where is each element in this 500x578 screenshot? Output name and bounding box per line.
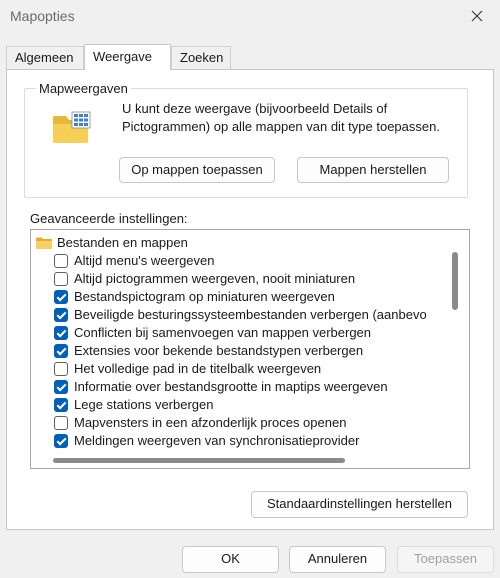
- setting-label: Extensies voor bekende bestandstypen ver…: [74, 343, 364, 358]
- setting-row[interactable]: Meldingen weergeven van synchronisatiepr…: [53, 432, 469, 450]
- setting-label: Informatie over bestandsgrootte in mapti…: [74, 379, 388, 394]
- vertical-scrollbar-thumb[interactable]: [452, 252, 458, 310]
- apply-button[interactable]: Toepassen: [397, 546, 494, 573]
- tree-root-label: Bestanden en mappen: [57, 235, 188, 250]
- setting-row[interactable]: Conflicten bij samenvoegen van mappen ve…: [53, 324, 469, 342]
- window-title: Mapopties: [10, 8, 75, 24]
- setting-row[interactable]: Altijd pictogrammen weergeven, nooit min…: [53, 270, 469, 288]
- restore-defaults-button[interactable]: Standaardinstellingen herstellen: [251, 491, 468, 518]
- tab-algemeen[interactable]: Algemeen: [6, 46, 84, 69]
- setting-checkbox[interactable]: [54, 344, 68, 358]
- setting-checkbox[interactable]: [54, 308, 68, 322]
- setting-label: Conflicten bij samenvoegen van mappen ve…: [74, 325, 372, 340]
- reset-folders-button[interactable]: Mappen herstellen: [297, 157, 449, 183]
- setting-checkbox[interactable]: [54, 398, 68, 412]
- folder-views-description: U kunt deze weergave (bijvoorbeeld Detai…: [122, 101, 440, 134]
- setting-label: Het volledige pad in de titelbalk weerge…: [74, 361, 322, 376]
- close-icon: [471, 10, 483, 22]
- setting-row[interactable]: Informatie over bestandsgrootte in mapti…: [53, 378, 469, 396]
- folder-icon: [36, 237, 52, 249]
- setting-row[interactable]: Altijd menu's weergeven: [53, 252, 469, 270]
- setting-label: Meldingen weergeven van synchronisatiepr…: [74, 433, 360, 448]
- advanced-settings-list[interactable]: Bestanden en mappen Altijd menu's weerge…: [30, 229, 470, 469]
- setting-checkbox[interactable]: [54, 326, 68, 340]
- setting-row[interactable]: Bestandspictogram op miniaturen weergeve…: [53, 288, 469, 306]
- setting-row[interactable]: Beveiligde besturingssysteembestanden ve…: [53, 306, 469, 324]
- setting-row[interactable]: Lege stations verbergen: [53, 396, 469, 414]
- setting-checkbox[interactable]: [54, 290, 68, 304]
- advanced-settings-label: Geavanceerde instellingen:: [30, 211, 188, 226]
- horizontal-scrollbar-thumb[interactable]: [53, 458, 345, 463]
- apply-to-folders-button[interactable]: Op mappen toepassen: [119, 157, 275, 183]
- setting-label: Lege stations verbergen: [74, 397, 214, 412]
- setting-row[interactable]: Het volledige pad in de titelbalk weerge…: [53, 360, 469, 378]
- close-button[interactable]: [454, 0, 500, 32]
- setting-label: Bestandspictogram op miniaturen weergeve…: [74, 289, 335, 304]
- tab-zoeken[interactable]: Zoeken: [171, 46, 231, 69]
- ok-button[interactable]: OK: [182, 546, 279, 573]
- setting-checkbox[interactable]: [54, 272, 68, 286]
- setting-checkbox[interactable]: [54, 254, 68, 268]
- title-bar: Mapopties: [0, 0, 500, 34]
- folder-icon: [53, 111, 91, 143]
- setting-checkbox[interactable]: [54, 362, 68, 376]
- cancel-button[interactable]: Annuleren: [289, 546, 386, 573]
- setting-row[interactable]: Extensies voor bekende bestandstypen ver…: [53, 342, 469, 360]
- setting-checkbox[interactable]: [54, 416, 68, 430]
- tab-weergave[interactable]: Weergave: [84, 44, 171, 70]
- setting-label: Altijd menu's weergeven: [74, 253, 215, 268]
- setting-checkbox[interactable]: [54, 434, 68, 448]
- setting-checkbox[interactable]: [54, 380, 68, 394]
- setting-label: Altijd pictogrammen weergeven, nooit min…: [74, 271, 356, 286]
- folder-views-title: Mapweergaven: [36, 81, 131, 96]
- setting-label: Mapvensters in een afzonderlijk proces o…: [74, 415, 347, 430]
- setting-label: Beveiligde besturingssysteembestanden ve…: [74, 307, 427, 322]
- setting-row[interactable]: Mapvensters in een afzonderlijk proces o…: [53, 414, 469, 432]
